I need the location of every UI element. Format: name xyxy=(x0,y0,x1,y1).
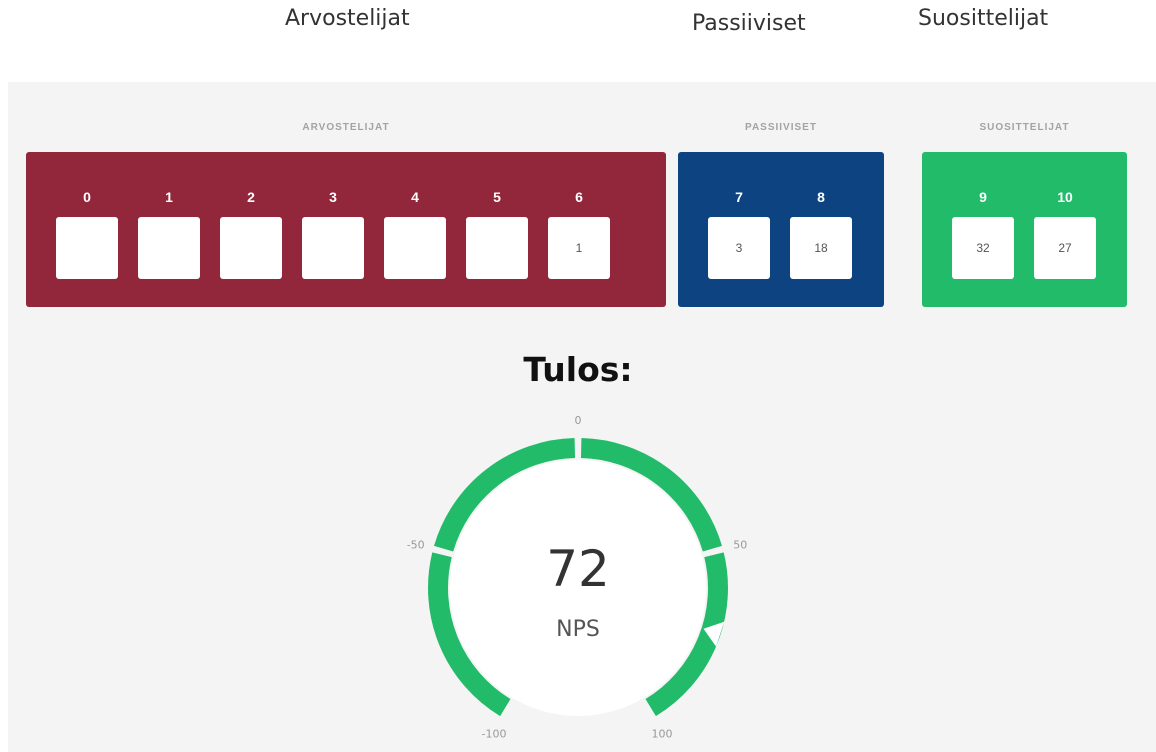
nps-gauge: 72 NPS -100 -50 0 50 100 xyxy=(407,414,748,741)
gauge-tick-label: -50 xyxy=(407,539,425,552)
gauge-tick-label: 0 xyxy=(575,414,582,427)
gauge-tick-label: -100 xyxy=(482,728,507,741)
nps-value: 72 xyxy=(546,540,610,598)
gauge-tick-label: 50 xyxy=(733,539,747,552)
nps-unit-label: NPS xyxy=(556,617,600,642)
gauge-tick-label: 100 xyxy=(652,728,673,741)
